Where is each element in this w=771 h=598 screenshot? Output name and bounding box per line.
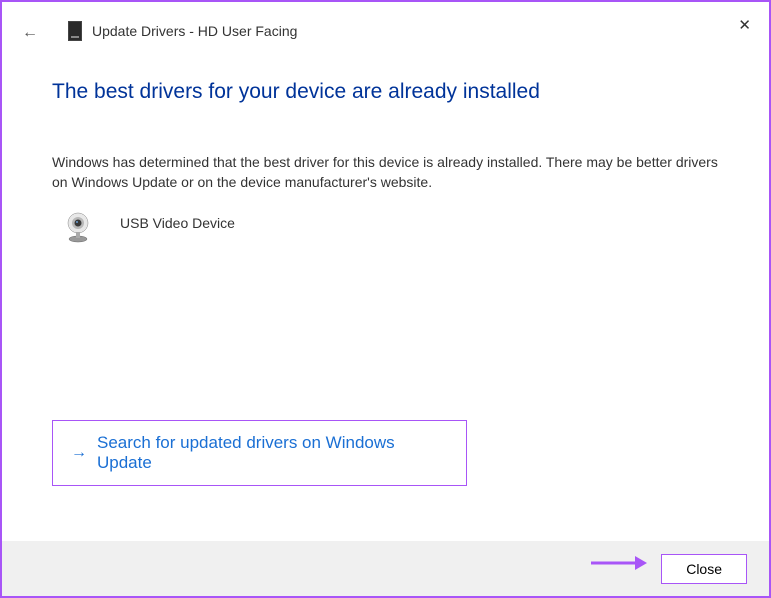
close-icon[interactable]: ✕ — [738, 16, 751, 34]
device-icon — [68, 21, 82, 41]
device-name: USB Video Device — [120, 215, 235, 231]
description-text: Windows has determined that the best dri… — [52, 152, 719, 193]
device-row: USB Video Device — [52, 211, 719, 243]
content-area: The best drivers for your device are alr… — [2, 52, 769, 243]
arrow-right-icon: → — [71, 444, 87, 462]
close-button[interactable]: Close — [661, 554, 747, 584]
footer: Close — [2, 541, 769, 596]
webcam-icon — [64, 211, 92, 243]
search-link-container[interactable]: → Search for updated drivers on Windows … — [52, 420, 467, 486]
back-button[interactable]: ← — [22, 24, 38, 42]
window-title: Update Drivers - HD User Facing — [92, 23, 297, 39]
search-windows-update-link[interactable]: Search for updated drivers on Windows Up… — [97, 433, 448, 473]
page-heading: The best drivers for your device are alr… — [52, 80, 719, 104]
titlebar: ← Update Drivers - HD User Facing ✕ — [2, 2, 769, 52]
annotation-arrow-icon — [589, 553, 649, 578]
